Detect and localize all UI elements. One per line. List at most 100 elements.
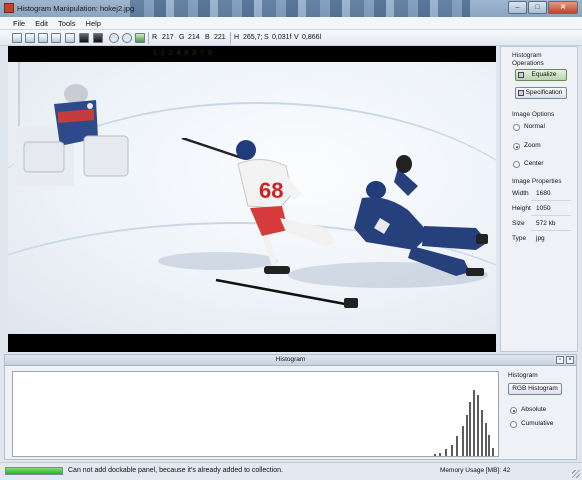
- histogram-panel-titlebar: Histogram ▫ ×: [5, 355, 576, 366]
- specification-button[interactable]: Specification: [515, 87, 567, 99]
- radio-absolute-label: Absolute: [521, 406, 547, 413]
- prop-type-value: jpg: [536, 235, 545, 242]
- histogram-bar: [477, 395, 480, 456]
- radio-zoom[interactable]: [513, 143, 520, 150]
- invert-icon[interactable]: [93, 33, 103, 43]
- radio-center-label: Center: [524, 160, 544, 167]
- b-value: 221: [214, 34, 226, 41]
- title-bar: Histogram Manipulation: hokej2.jpg – □ ✕: [0, 0, 582, 17]
- grayscale-icon[interactable]: [79, 33, 89, 43]
- rgb-histogram-button[interactable]: RGB Histogram: [508, 383, 562, 395]
- menu-bar: File Edit Tools Help: [0, 17, 582, 30]
- image-options-heading: Image Options: [512, 111, 555, 118]
- menu-edit[interactable]: Edit: [30, 17, 53, 29]
- save-icon[interactable]: [38, 33, 48, 43]
- resize-grip-icon[interactable]: [572, 470, 580, 478]
- maximize-icon[interactable]: □: [528, 1, 547, 14]
- histogram-bar: [461, 426, 464, 456]
- radio-normal[interactable]: [513, 124, 520, 131]
- toolbar-separator: [148, 32, 149, 44]
- prop-width-label: Width: [512, 190, 529, 197]
- histogram-bar: [488, 434, 491, 456]
- canvas-overlay-text: 1 1 2 4 8 9 7 9: [153, 50, 213, 57]
- equalize-icon: [518, 72, 524, 78]
- prop-height-label: Height: [512, 205, 531, 212]
- prop-type-label: Type: [512, 235, 527, 242]
- radio-cumulative-label: Cumulative: [521, 420, 554, 427]
- new-icon[interactable]: [12, 33, 22, 43]
- b-label: B: [205, 34, 210, 41]
- h-value: 265,7;: [243, 34, 263, 41]
- histogram-bar: [456, 436, 459, 456]
- progress-fill: [6, 468, 62, 474]
- open-icon[interactable]: [25, 33, 35, 43]
- histogram-bar: [444, 449, 447, 456]
- status-message: Can not add dockable panel, because it's…: [68, 467, 283, 474]
- title-bar-background: [130, 0, 470, 17]
- prop-width-value: 1680: [536, 190, 551, 197]
- radio-cumulative[interactable]: [510, 421, 517, 428]
- image-properties-heading: Image Properties: [512, 178, 562, 185]
- r-label: R: [152, 34, 158, 41]
- s-value: 0,031f: [272, 34, 292, 41]
- redo-icon[interactable]: [122, 33, 132, 43]
- prop-size-label: Size: [512, 220, 525, 227]
- histogram-bar: [469, 401, 472, 456]
- prop-height-value: 1050: [536, 205, 551, 212]
- h-label: H: [234, 34, 240, 41]
- svg-text:68: 68: [259, 178, 283, 203]
- memory-usage-value: 42: [503, 467, 511, 474]
- prop-divider: [531, 230, 571, 231]
- equalize-label: Equalize: [531, 71, 557, 78]
- menu-tools[interactable]: Tools: [53, 17, 81, 29]
- progress-bar: [5, 467, 63, 475]
- histogram-bar: [439, 452, 442, 456]
- minimize-icon[interactable]: –: [508, 1, 527, 14]
- memory-usage-label: Memory Usage [MB]:: [440, 467, 502, 474]
- histogram-bar: [484, 423, 487, 456]
- print-icon[interactable]: [51, 33, 61, 43]
- r-value: 217: [162, 34, 174, 41]
- v-value: 0,866l: [302, 34, 322, 41]
- menu-help[interactable]: Help: [81, 17, 106, 29]
- undo-icon[interactable]: [109, 33, 119, 43]
- status-bar: Can not add dockable panel, because it's…: [0, 462, 582, 480]
- histogram-plot: [12, 371, 499, 457]
- v-label: V: [294, 34, 299, 41]
- image-canvas[interactable]: 1 1 2 4 8 9 7 9 68: [8, 46, 496, 352]
- radio-normal-label: Normal: [524, 123, 545, 130]
- radio-center[interactable]: [513, 161, 520, 168]
- toolbar: R 217 G 214 B 221 H 265,7; S 0,031f V 0,…: [0, 30, 582, 46]
- refresh-icon[interactable]: [135, 33, 145, 43]
- window-title: Histogram Manipulation: hokej2.jpg: [17, 4, 135, 13]
- histogram-operations-heading: Histogram Operations: [512, 52, 544, 67]
- histogram-panel: Histogram ▫ × Histogram RGB Histogram Ab…: [4, 354, 577, 460]
- histogram-bar: [492, 447, 495, 456]
- radio-absolute[interactable]: [510, 407, 517, 414]
- panel-close-icon[interactable]: ×: [566, 356, 574, 364]
- radio-zoom-label: Zoom: [524, 142, 541, 149]
- histogram-panel-title: Histogram: [275, 356, 306, 363]
- histogram-bar: [433, 454, 436, 456]
- hockey-photo: 68: [8, 62, 496, 334]
- histogram-bar: [450, 444, 453, 456]
- histogram-bar: [465, 415, 468, 456]
- side-panel: Histogram Operations Equalize Specificat…: [500, 46, 578, 352]
- s-label: S: [264, 34, 269, 41]
- window-controls: – □ ✕: [508, 1, 578, 14]
- app-icon[interactable]: [4, 3, 14, 13]
- equalize-button[interactable]: Equalize: [515, 69, 567, 81]
- g-label: G: [179, 34, 185, 41]
- prop-size-value: 572 kb: [536, 220, 556, 227]
- prop-divider: [531, 200, 571, 201]
- specification-icon: [518, 90, 524, 96]
- menu-file[interactable]: File: [8, 17, 30, 29]
- histogram-bar: [480, 410, 483, 456]
- close-icon[interactable]: ✕: [548, 1, 578, 14]
- g-value: 214: [188, 34, 200, 41]
- copy-icon[interactable]: [65, 33, 75, 43]
- specification-label: Specification: [525, 89, 563, 96]
- dock-icon[interactable]: ▫: [556, 356, 564, 364]
- toolbar-separator: [230, 32, 231, 44]
- histogram-side-heading: Histogram: [508, 372, 538, 379]
